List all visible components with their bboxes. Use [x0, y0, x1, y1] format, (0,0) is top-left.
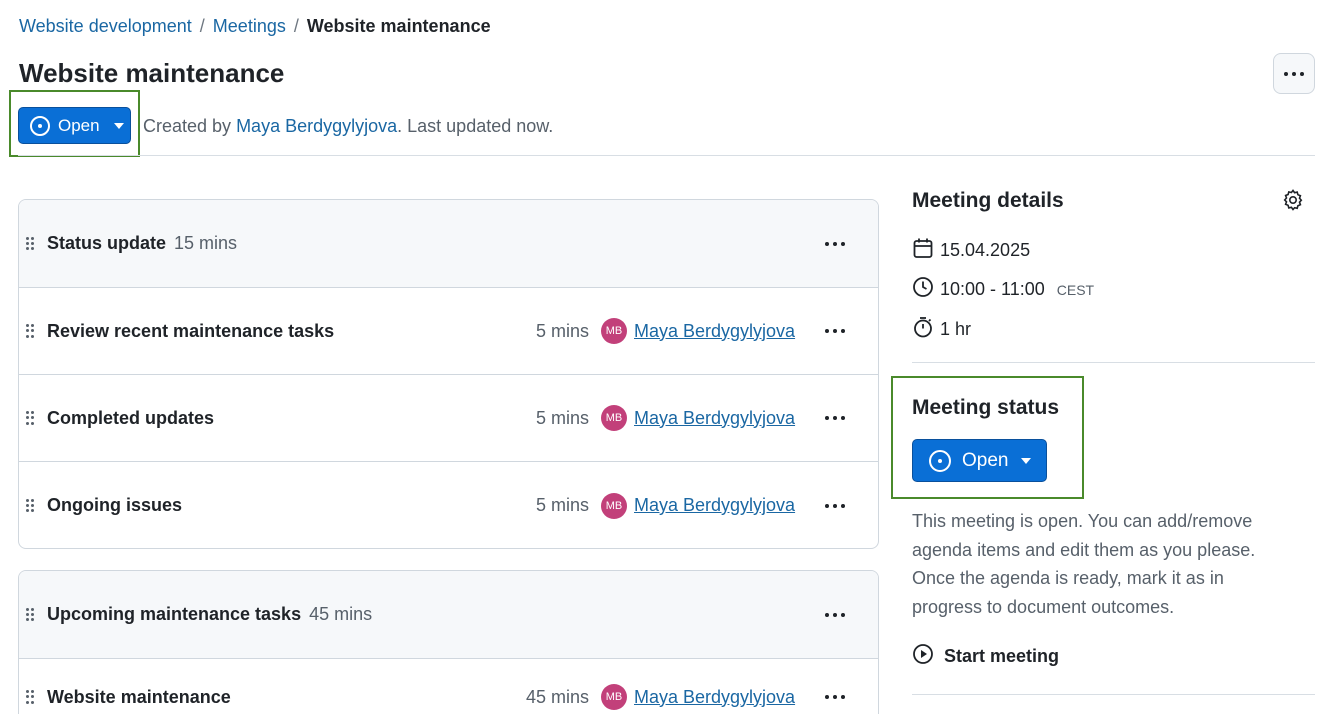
section-title: Status update 15 mins: [47, 233, 238, 253]
chevron-down-icon: [113, 122, 124, 129]
agenda-item-duration: 5 mins: [535, 320, 589, 341]
start-meeting-button[interactable]: Start meeting: [912, 643, 1059, 670]
length-value: 1 hr: [940, 319, 972, 339]
agenda-section: Upcoming maintenance tasks 45 mins Websit…: [18, 570, 879, 714]
drag-handle-icon[interactable]: [26, 690, 34, 704]
breadcrumb-separator: /: [199, 16, 205, 36]
meeting-time: 10:00 - 11:00 CEST: [912, 276, 1094, 303]
presenter-link[interactable]: Maya Berdygylyjova: [634, 321, 795, 342]
creator-link[interactable]: Maya Berdygylyjova: [236, 116, 397, 136]
meeting-status-button[interactable]: Open: [912, 439, 1047, 482]
agenda-item-duration: 5 mins: [535, 495, 589, 515]
agenda-item-duration: 45 mins: [525, 686, 589, 707]
section-title: Upcoming maintenance tasks 45 mins: [47, 604, 373, 624]
presenter-link[interactable]: Maya Berdygylyjova: [634, 495, 795, 516]
item-menu-button[interactable]: [821, 496, 849, 516]
agenda-section: Status update 15 mins Review recent maint…: [18, 199, 879, 549]
settings-gear-icon[interactable]: [1281, 188, 1305, 217]
meeting-details-title: Meeting details: [912, 189, 1064, 212]
section-menu-button[interactable]: [821, 234, 849, 254]
time-value: 10:00 - 11:00: [940, 279, 1045, 299]
section-duration: 45 mins: [309, 604, 373, 624]
sidebar-divider: [912, 694, 1315, 695]
page-title: Website maintenance: [19, 58, 285, 88]
breadcrumb-current: Website maintenance: [306, 16, 491, 36]
more-icon: [825, 241, 845, 246]
status-open-icon: [929, 449, 951, 472]
drag-handle-icon[interactable]: [26, 324, 34, 338]
drag-handle-icon[interactable]: [26, 498, 34, 513]
more-icon: [1284, 71, 1304, 76]
agenda-item: Completed updates 5 mins MB Maya Berdygy…: [19, 375, 878, 462]
stopwatch-icon: [912, 316, 934, 343]
updated-text: . Last updated now.: [397, 116, 554, 136]
more-icon: [825, 612, 845, 617]
breadcrumb: Website development / Meetings / Website…: [19, 16, 491, 37]
section-duration: 15 mins: [174, 233, 238, 253]
clock-icon: [912, 276, 934, 303]
calendar-icon: [912, 237, 934, 264]
avatar: MB: [601, 405, 627, 431]
more-actions-button[interactable]: [1273, 53, 1315, 94]
item-menu-button[interactable]: [821, 408, 849, 428]
timezone-value: CEST: [1056, 281, 1095, 298]
play-icon: [912, 643, 934, 670]
agenda-item-title[interactable]: Review recent maintenance tasks: [47, 321, 334, 342]
more-icon: [825, 695, 845, 699]
more-icon: [825, 329, 845, 333]
agenda-item-title[interactable]: Website maintenance: [47, 687, 231, 708]
start-meeting-label: Start meeting: [944, 646, 1060, 666]
more-icon: [825, 503, 845, 508]
presenter-link[interactable]: Maya Berdygylyjova: [634, 408, 795, 429]
breadcrumb-link-meetings[interactable]: Meetings: [213, 16, 286, 37]
item-menu-button[interactable]: [821, 687, 849, 707]
drag-handle-icon[interactable]: [26, 236, 34, 251]
item-menu-button[interactable]: [821, 321, 849, 341]
status-open-icon: [30, 115, 50, 136]
avatar: MB: [601, 492, 627, 519]
status-button-label: Open: [58, 115, 100, 135]
status-button[interactable]: Open: [18, 107, 131, 144]
more-icon: [825, 416, 845, 420]
meeting-length: 1 hr: [912, 316, 971, 343]
created-by-text: Created by: [143, 116, 237, 136]
meeting-status-title: Meeting status: [912, 396, 1060, 419]
meeting-meta: Created by Maya Berdygylyjova. Last upda…: [143, 116, 553, 137]
agenda-item-duration: 5 mins: [535, 407, 589, 428]
section-menu-button[interactable]: [821, 605, 849, 625]
agenda-item: Ongoing issues 5 mins MB Maya Berdygylyj…: [19, 462, 878, 548]
meeting-status-button-label: Open: [962, 449, 1009, 471]
avatar: MB: [601, 684, 627, 710]
sidebar-divider: [912, 362, 1315, 363]
agenda-item: Website maintenance 45 mins MB Maya Berd…: [19, 659, 878, 714]
meeting-date: 15.04.2025: [912, 237, 1030, 264]
header-divider: [18, 155, 1315, 156]
drag-handle-icon[interactable]: [26, 411, 34, 425]
chevron-down-icon: [1021, 457, 1032, 464]
section-header: Upcoming maintenance tasks 45 mins: [19, 571, 878, 659]
drag-handle-icon[interactable]: [26, 607, 34, 622]
date-value: 15.04.2025: [940, 240, 1031, 260]
agenda-item: Review recent maintenance tasks 5 mins M…: [19, 288, 878, 375]
section-header: Status update 15 mins: [19, 200, 878, 288]
breadcrumb-link-project[interactable]: Website development: [19, 16, 192, 37]
presenter-link[interactable]: Maya Berdygylyjova: [634, 687, 795, 708]
agenda-item-title[interactable]: Ongoing issues: [47, 495, 182, 516]
status-description: This meeting is open. You can add/remove…: [912, 511, 1256, 617]
agenda-item-title[interactable]: Completed updates: [47, 408, 214, 429]
avatar: MB: [601, 318, 627, 344]
breadcrumb-separator: /: [293, 16, 299, 36]
